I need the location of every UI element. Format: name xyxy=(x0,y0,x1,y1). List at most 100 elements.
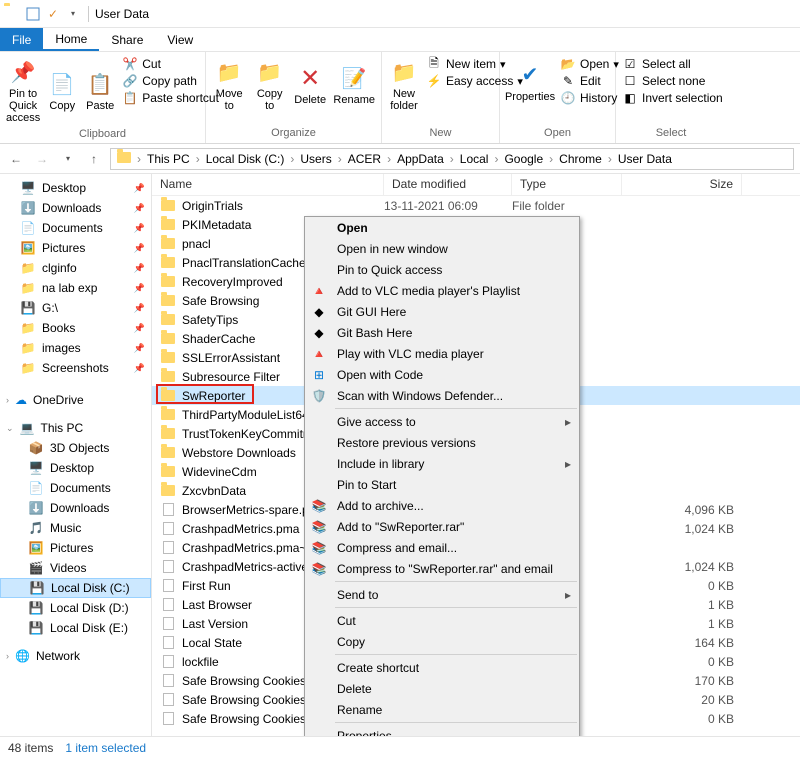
nav-quick-item[interactable]: 🖼️Pictures xyxy=(0,238,151,258)
nav-quick-item[interactable]: 📁Books xyxy=(0,318,151,338)
qat-check-icon[interactable]: ✓ xyxy=(44,5,62,23)
forward-button[interactable]: → xyxy=(32,149,52,169)
nav-pc-item[interactable]: 🎵Music xyxy=(0,518,151,538)
file-list: Name Date modified Type Size OriginTrial… xyxy=(152,174,800,736)
nav-pc-item[interactable]: 📄Documents xyxy=(0,478,151,498)
cut-button[interactable]: ✂️Cut xyxy=(122,56,219,72)
context-icon: 📚 xyxy=(309,498,329,514)
nav-pc-item[interactable]: 🖼️Pictures xyxy=(0,538,151,558)
context-item[interactable]: Delete xyxy=(305,678,579,699)
properties-button[interactable]: ✔Properties xyxy=(504,54,556,108)
nav-quick-item[interactable]: 💾G:\ xyxy=(0,298,151,318)
new-folder-button[interactable]: 📁New folder xyxy=(386,54,422,114)
nav-pc-item[interactable]: 💾Local Disk (E:) xyxy=(0,618,151,638)
breadcrumb[interactable]: ›This PC›Local Disk (C:)›Users›ACER›AppD… xyxy=(110,148,794,170)
paste-button[interactable]: 📋Paste xyxy=(82,54,118,126)
copy-button[interactable]: 📄Copy xyxy=(44,54,80,126)
context-item[interactable]: Give access to▸ xyxy=(305,411,579,432)
nav-pc-item[interactable]: 📦3D Objects xyxy=(0,438,151,458)
context-item[interactable]: 📚Compress to "SwReporter.rar" and email xyxy=(305,558,579,579)
nav-pc-item[interactable]: ⬇️Downloads xyxy=(0,498,151,518)
breadcrumb-seg[interactable]: AppData xyxy=(391,152,450,166)
context-separator xyxy=(335,654,577,655)
col-date[interactable]: Date modified xyxy=(384,174,512,195)
context-item[interactable]: Pin to Start xyxy=(305,474,579,495)
paste-shortcut-button[interactable]: 📋Paste shortcut xyxy=(122,90,219,106)
qat-properties-icon[interactable] xyxy=(24,5,42,23)
context-item[interactable]: 🔺Play with VLC media player xyxy=(305,343,579,364)
context-item[interactable]: 📚Add to archive... xyxy=(305,495,579,516)
context-item[interactable]: Pin to Quick access xyxy=(305,259,579,280)
move-to-button[interactable]: 📁Move to xyxy=(210,54,248,114)
up-button[interactable]: ↑ xyxy=(84,149,104,169)
nav-thispc[interactable]: ⌄💻This PC xyxy=(0,418,151,438)
select-all-button[interactable]: ☑Select all xyxy=(622,56,723,72)
breadcrumb-seg[interactable]: Local Disk (C:) xyxy=(200,152,291,166)
nav-quick-item[interactable]: 📁images xyxy=(0,338,151,358)
context-item[interactable]: ⊞Open with Code xyxy=(305,364,579,385)
context-item[interactable]: Include in library▸ xyxy=(305,453,579,474)
context-item[interactable]: 📚Add to "SwReporter.rar" xyxy=(305,516,579,537)
nav-pc-item[interactable]: 💾Local Disk (D:) xyxy=(0,598,151,618)
file-row[interactable]: OriginTrials13-11-2021 06:09File folder xyxy=(152,196,800,215)
copy-to-button[interactable]: 📁Copy to xyxy=(250,54,288,114)
nav-icon: 📁 xyxy=(20,340,36,356)
qat-dropdown-icon[interactable]: ▾ xyxy=(64,5,82,23)
context-item[interactable]: Rename xyxy=(305,699,579,720)
nav-pc-item[interactable]: 🖥️Desktop xyxy=(0,458,151,478)
tab-home[interactable]: Home xyxy=(43,28,99,51)
context-item[interactable]: 🛡️Scan with Windows Defender... xyxy=(305,385,579,406)
breadcrumb-seg[interactable]: Local xyxy=(454,152,495,166)
breadcrumb-seg[interactable]: ACER xyxy=(342,152,387,166)
tab-file[interactable]: File xyxy=(0,28,43,51)
context-item[interactable]: Open xyxy=(305,217,579,238)
context-item[interactable]: ◆Git GUI Here xyxy=(305,301,579,322)
delete-button[interactable]: ✕Delete xyxy=(291,54,329,114)
breadcrumb-seg[interactable]: Users xyxy=(294,152,337,166)
context-item[interactable]: Open in new window xyxy=(305,238,579,259)
edit-button[interactable]: ✎Edit xyxy=(560,73,619,89)
nav-quick-item[interactable]: 📁Screenshots xyxy=(0,358,151,378)
col-name[interactable]: Name xyxy=(152,174,384,195)
context-item[interactable]: ◆Git Bash Here xyxy=(305,322,579,343)
nav-network[interactable]: ›🌐Network xyxy=(0,646,151,666)
breadcrumb-seg[interactable]: This PC xyxy=(141,152,196,166)
col-type[interactable]: Type xyxy=(512,174,622,195)
nav-quick-item[interactable]: 🖥️Desktop xyxy=(0,178,151,198)
context-item[interactable]: Properties xyxy=(305,725,579,736)
nav-quick-item[interactable]: ⬇️Downloads xyxy=(0,198,151,218)
context-item[interactable]: Create shortcut xyxy=(305,657,579,678)
nav-pc-item[interactable]: 💾Local Disk (C:) xyxy=(0,578,151,598)
context-item[interactable]: Cut xyxy=(305,610,579,631)
back-button[interactable]: ← xyxy=(6,149,26,169)
invert-selection-button[interactable]: ◧Invert selection xyxy=(622,90,723,106)
context-item[interactable]: Restore previous versions xyxy=(305,432,579,453)
context-item[interactable]: 📚Compress and email... xyxy=(305,537,579,558)
title-bar: ✓ ▾ User Data xyxy=(0,0,800,28)
recent-dropdown[interactable]: ▾ xyxy=(58,149,78,169)
breadcrumb-seg[interactable]: Google xyxy=(498,152,549,166)
tab-share[interactable]: Share xyxy=(99,28,155,51)
nav-pc-item[interactable]: 🎬Videos xyxy=(0,558,151,578)
breadcrumb-seg[interactable]: Chrome xyxy=(553,152,608,166)
context-item[interactable]: Send to▸ xyxy=(305,584,579,605)
easy-access-icon: ⚡ xyxy=(426,73,442,89)
col-size[interactable]: Size xyxy=(622,174,742,195)
column-headers[interactable]: Name Date modified Type Size xyxy=(152,174,800,196)
context-item[interactable]: Copy xyxy=(305,631,579,652)
context-icon xyxy=(309,587,329,603)
tab-view[interactable]: View xyxy=(155,28,205,51)
open-button[interactable]: 📂Open ▾ xyxy=(560,56,619,72)
navigation-pane: 🖥️Desktop⬇️Downloads📄Documents🖼️Pictures… xyxy=(0,174,152,736)
context-item[interactable]: 🔺Add to VLC media player's Playlist xyxy=(305,280,579,301)
nav-onedrive[interactable]: ›☁OneDrive xyxy=(0,390,151,410)
copy-path-button[interactable]: 🔗Copy path xyxy=(122,73,219,89)
rename-button[interactable]: 📝Rename xyxy=(331,54,377,114)
pin-to-quick-access-button[interactable]: 📌Pin to Quick access xyxy=(4,54,42,126)
nav-quick-item[interactable]: 📁na lab exp xyxy=(0,278,151,298)
breadcrumb-seg[interactable]: User Data xyxy=(612,152,678,166)
nav-quick-item[interactable]: 📁clginfo xyxy=(0,258,151,278)
nav-quick-item[interactable]: 📄Documents xyxy=(0,218,151,238)
select-none-button[interactable]: ☐Select none xyxy=(622,73,723,89)
history-button[interactable]: 🕘History xyxy=(560,90,619,106)
